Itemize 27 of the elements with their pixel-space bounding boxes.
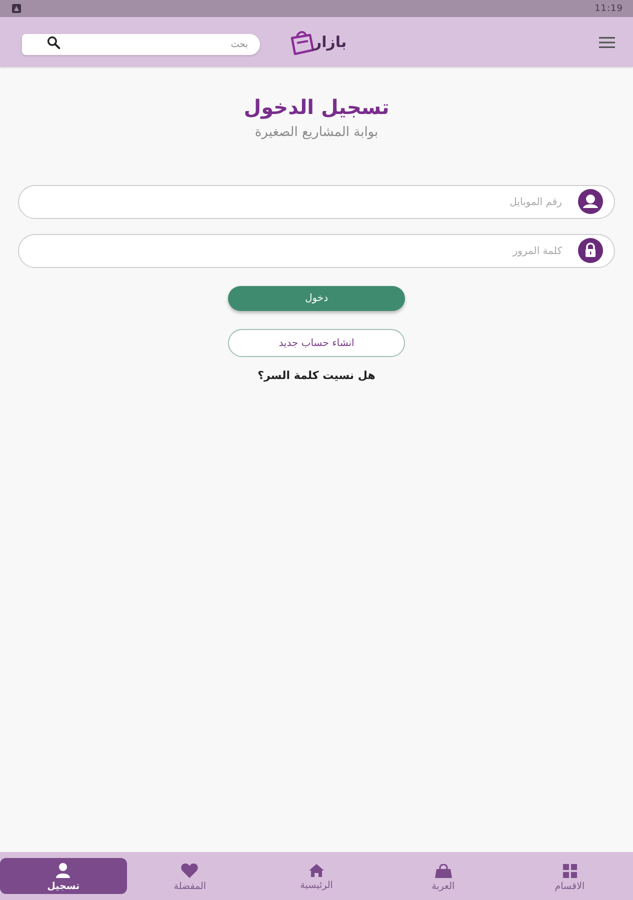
nav-tab[interactable]: تسجيل bbox=[0, 858, 127, 894]
nav-tab[interactable]: المفضلة bbox=[126, 858, 254, 894]
phone-field[interactable]: رقم الموبايل bbox=[18, 185, 615, 219]
menu-button[interactable] bbox=[597, 34, 617, 50]
logo-text: بازار bbox=[313, 33, 347, 51]
page-title: تسجيل الدخول bbox=[244, 94, 390, 121]
notification-icon bbox=[12, 4, 21, 13]
grid-icon bbox=[562, 864, 577, 878]
shopping-bag-icon bbox=[434, 864, 452, 878]
create-account-button[interactable]: انشاء حساب جديد bbox=[228, 329, 405, 357]
status-time: 11:19 bbox=[594, 4, 623, 14]
heart-icon bbox=[181, 863, 198, 878]
search-icon[interactable] bbox=[47, 36, 60, 48]
menu-icon bbox=[599, 36, 615, 48]
home-icon bbox=[309, 864, 324, 877]
nav-tab[interactable]: الاقسام bbox=[506, 858, 633, 894]
user-icon bbox=[56, 863, 70, 878]
user-icon bbox=[578, 189, 603, 214]
forgot-password-link[interactable]: هل نسيت كلمة السر؟ bbox=[258, 369, 376, 382]
nav-tab[interactable]: العربة bbox=[380, 858, 506, 894]
search-field[interactable]: بحث bbox=[22, 34, 260, 55]
nav-tab[interactable]: الرئيسية bbox=[253, 858, 380, 894]
lock-icon bbox=[578, 238, 603, 263]
page-subtitle: بوابة المشاريع الصغيرة bbox=[254, 125, 378, 141]
bag-logo-icon bbox=[290, 29, 314, 55]
login-button[interactable]: دخول bbox=[228, 286, 405, 311]
password-field[interactable]: كلمة المرور bbox=[18, 234, 615, 268]
